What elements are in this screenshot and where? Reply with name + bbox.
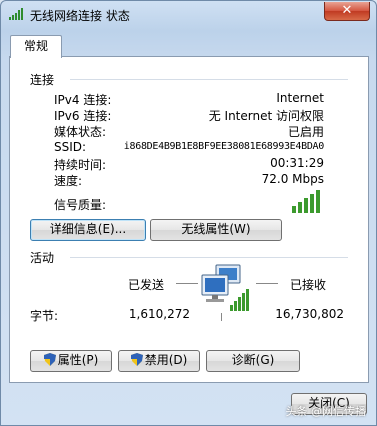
duration-value: 00:31:29 xyxy=(270,156,324,170)
network-computers-icon xyxy=(201,264,249,311)
signal-bars-icon xyxy=(292,190,320,213)
uac-shield-icon xyxy=(43,353,56,366)
activity-divider xyxy=(70,257,348,258)
activity-heading: 活动 xyxy=(30,251,55,265)
disable-button[interactable]: 禁用(D) xyxy=(118,350,200,372)
tab-general[interactable]: 常规 xyxy=(10,35,62,58)
sent-line xyxy=(176,283,198,284)
sent-label: 已发送 xyxy=(128,278,165,292)
media-state-label: 媒体状态: xyxy=(54,125,107,139)
status-window: 无线网络连接 状态 ✕ 常规 连接 IPv4 连接: Internet IPv6… xyxy=(0,0,377,426)
details-button[interactable]: 详细信息(E)... xyxy=(30,219,146,241)
duration-label: 持续时间: xyxy=(54,158,107,172)
watermark: 头条 @网信传播 xyxy=(285,405,367,418)
tab-container: 常规 连接 IPv4 连接: Internet IPv6 连接: 无 Inter… xyxy=(9,35,369,383)
signal-quality-label: 信号质量: xyxy=(54,198,107,212)
diagnose-button[interactable]: 诊断(G) xyxy=(206,350,300,372)
ssid-value: i868DE4B9B1E8BF9EE38081E68993E4BDA0 xyxy=(123,141,325,152)
bytes-received-value: 16,730,802 xyxy=(275,307,344,321)
ssid-label: SSID: xyxy=(54,140,87,154)
ipv6-label: IPv6 连接: xyxy=(54,109,112,123)
received-label: 已接收 xyxy=(290,278,327,292)
activity-separator xyxy=(221,313,222,321)
wireless-properties-button[interactable]: 无线属性(W) xyxy=(150,219,282,241)
received-line xyxy=(256,283,278,284)
speed-label: 速度: xyxy=(54,174,83,188)
uac-shield-icon xyxy=(130,353,143,366)
bytes-sent-value: 1,610,272 xyxy=(128,307,190,321)
ipv4-label: IPv4 连接: xyxy=(54,93,112,107)
window-close-button[interactable]: ✕ xyxy=(324,2,370,21)
media-state-value: 已启用 xyxy=(287,125,324,139)
connection-divider xyxy=(70,79,348,80)
window-title: 无线网络连接 状态 xyxy=(30,9,130,23)
ipv4-value: Internet xyxy=(276,91,324,105)
general-panel: 连接 IPv4 连接: Internet IPv6 连接: 无 Internet… xyxy=(9,56,369,383)
speed-value: 72.0 Mbps xyxy=(261,172,324,186)
disable-button-label: 禁用(D) xyxy=(144,353,188,367)
bytes-label: 字节: xyxy=(30,309,59,323)
properties-button-label: 属性(P) xyxy=(57,353,99,367)
connection-heading: 连接 xyxy=(30,73,55,87)
wireless-signal-icon xyxy=(9,8,23,20)
properties-button[interactable]: 属性(P) xyxy=(30,350,112,372)
ipv6-value: 无 Internet 访问权限 xyxy=(208,109,324,123)
title-bar[interactable]: 无线网络连接 状态 ✕ xyxy=(1,1,376,29)
